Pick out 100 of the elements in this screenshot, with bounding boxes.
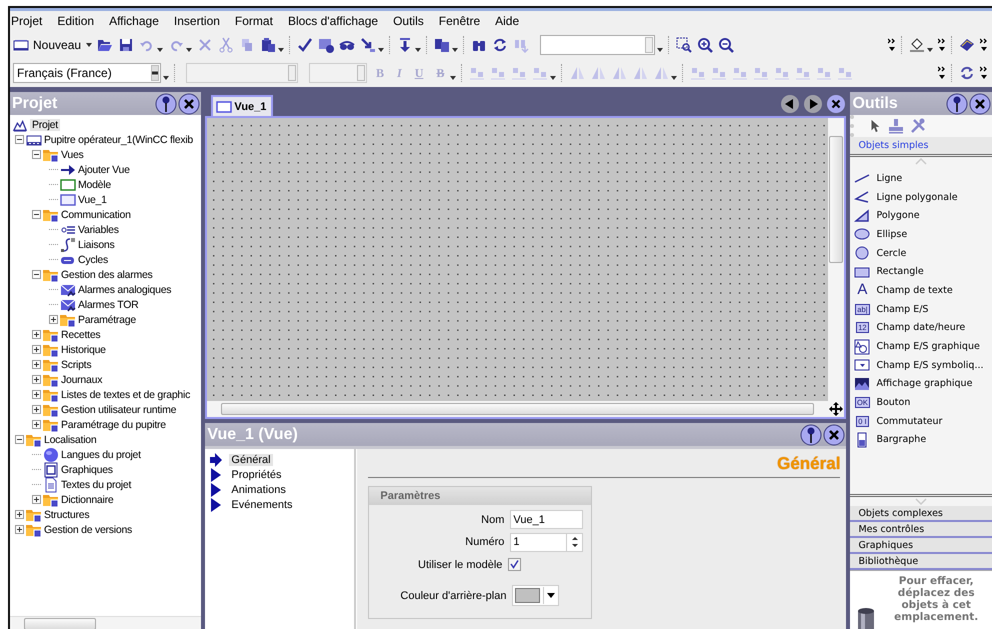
menu-item[interactable]: Edition [57,14,94,31]
tree-item[interactable]: Paramétrage du pupitre [61,418,166,430]
caret-icon[interactable] [671,76,678,80]
paint-bucket-icon[interactable] [909,37,925,53]
expander-icon[interactable] [32,495,40,504]
tree-item[interactable]: Journaux [61,374,102,386]
tool-item[interactable]: Rectangle [876,266,924,278]
previous-icon[interactable] [780,94,800,114]
chevron-icon[interactable] [888,37,896,53]
pin-icon[interactable] [155,92,178,114]
name-field[interactable]: Vue_1 [510,510,584,529]
caret-icon[interactable] [550,76,556,80]
book-icon[interactable] [959,37,975,53]
caret-icon[interactable] [657,48,664,52]
monitor-icon[interactable] [318,37,334,53]
tree-item[interactable]: Recettes [61,328,100,340]
tool-item[interactable]: Commutateur [876,416,942,427]
tool-item[interactable]: Ellipse [876,228,908,240]
section-header[interactable]: Bibliothèque [850,554,992,570]
caret-icon[interactable] [415,48,422,52]
tool-item[interactable]: Bouton [876,397,910,408]
caret-icon[interactable] [278,48,284,52]
expander-icon[interactable] [32,270,40,279]
property-category[interactable]: Evénements [229,498,295,510]
caret-icon[interactable] [452,48,458,52]
section-header[interactable]: Objets simples [850,137,992,154]
tree-item[interactable]: Langues du projet [61,448,141,460]
tool-item[interactable]: Champ E/S symboliq... [876,360,984,371]
menu-item[interactable]: Projet [11,14,42,31]
tree-item[interactable]: Dictionnaire [61,494,114,506]
number-spinner[interactable]: 1 [510,532,584,552]
tree-item[interactable]: Listes de textes et de graphic [61,388,190,400]
expander-icon[interactable] [32,405,40,414]
expander-icon[interactable] [32,210,40,219]
tree-item[interactable]: Vue_1 [78,194,107,206]
checkmark-icon[interactable] [297,37,314,53]
property-category[interactable]: Animations [229,484,288,496]
caret-icon[interactable] [186,48,192,52]
expander-icon[interactable] [14,510,24,519]
documents-icon[interactable] [434,37,450,53]
tree-item[interactable]: Projet [30,118,60,130]
zoom-area-icon[interactable] [676,37,692,53]
tree-item[interactable]: Historique [61,344,106,356]
exchange-icon[interactable] [492,37,508,53]
caret-icon[interactable] [450,76,456,80]
exchange-icon[interactable] [959,65,975,81]
tool-item[interactable]: Champ de texte [876,284,953,296]
expander-icon[interactable] [32,330,40,339]
move-icon[interactable] [829,402,844,416]
tool-item[interactable]: Ligne polygonale [876,192,958,203]
menu-item[interactable]: Insertion [174,14,220,31]
chevron-icon[interactable] [938,37,946,53]
tree-item[interactable]: Alarmes TOR [78,298,138,310]
caret-icon[interactable] [163,76,169,80]
folder-icon[interactable] [97,37,114,53]
expander-icon[interactable] [14,435,24,444]
menu-item[interactable]: Fenêtre [438,14,480,31]
color-picker[interactable] [512,585,560,606]
download-icon[interactable] [360,37,376,53]
menu-item[interactable]: Outils [393,14,424,31]
zoom-in-icon[interactable] [697,37,714,53]
tool-item[interactable]: Champ E/S graphique [876,341,980,352]
caret-icon[interactable] [927,48,933,52]
stamp-icon[interactable] [888,118,904,134]
zoom-out-icon[interactable] [718,37,734,53]
tree-item[interactable]: Gestion des alarmes [61,268,153,280]
property-category[interactable]: Propriétés [229,468,284,480]
tree-item[interactable]: Variables [78,224,119,236]
tool-item[interactable]: Champ E/S [876,304,928,315]
search-field[interactable] [540,35,656,55]
tree-item[interactable]: Localisation [44,434,96,446]
tool-item[interactable]: Affichage graphique [876,378,972,390]
expander-icon[interactable] [14,525,24,534]
menu-item[interactable]: Format [234,14,273,31]
caret-icon[interactable] [86,43,92,47]
tree-item[interactable]: Modèle [78,178,111,190]
menu-item[interactable]: Aide [495,14,520,31]
section-header[interactable]: Mes contrôles [850,522,992,538]
property-category[interactable]: Général [229,454,273,466]
expander-icon[interactable] [32,345,40,354]
horizontal-scrollbar[interactable] [10,616,202,629]
tree-item[interactable]: Pupitre opérateur_1(WinCC flexib [44,134,193,146]
caret-icon[interactable] [547,593,556,598]
pin-icon[interactable] [800,424,822,446]
editor-tab[interactable]: Vue_1 [211,95,274,116]
tool-item[interactable]: Ligne [876,172,902,184]
chevron-icon[interactable] [938,65,946,81]
tool-item[interactable]: Polygone [876,210,920,222]
expander-icon[interactable] [32,360,40,369]
tree-item[interactable]: Scripts [61,358,92,370]
tree-item[interactable]: Liaisons [78,238,115,250]
paste-icon[interactable] [260,37,276,53]
language-dropdown[interactable]: Français (France) [13,63,161,83]
checkbox[interactable] [508,558,522,571]
next-icon[interactable] [803,94,824,114]
tools-icon[interactable] [910,118,926,134]
tree-item[interactable]: Vues [61,148,84,160]
expander-icon[interactable] [14,135,24,144]
tree-item[interactable]: Cycles [78,254,108,266]
section-header[interactable]: Graphiques [850,538,992,554]
